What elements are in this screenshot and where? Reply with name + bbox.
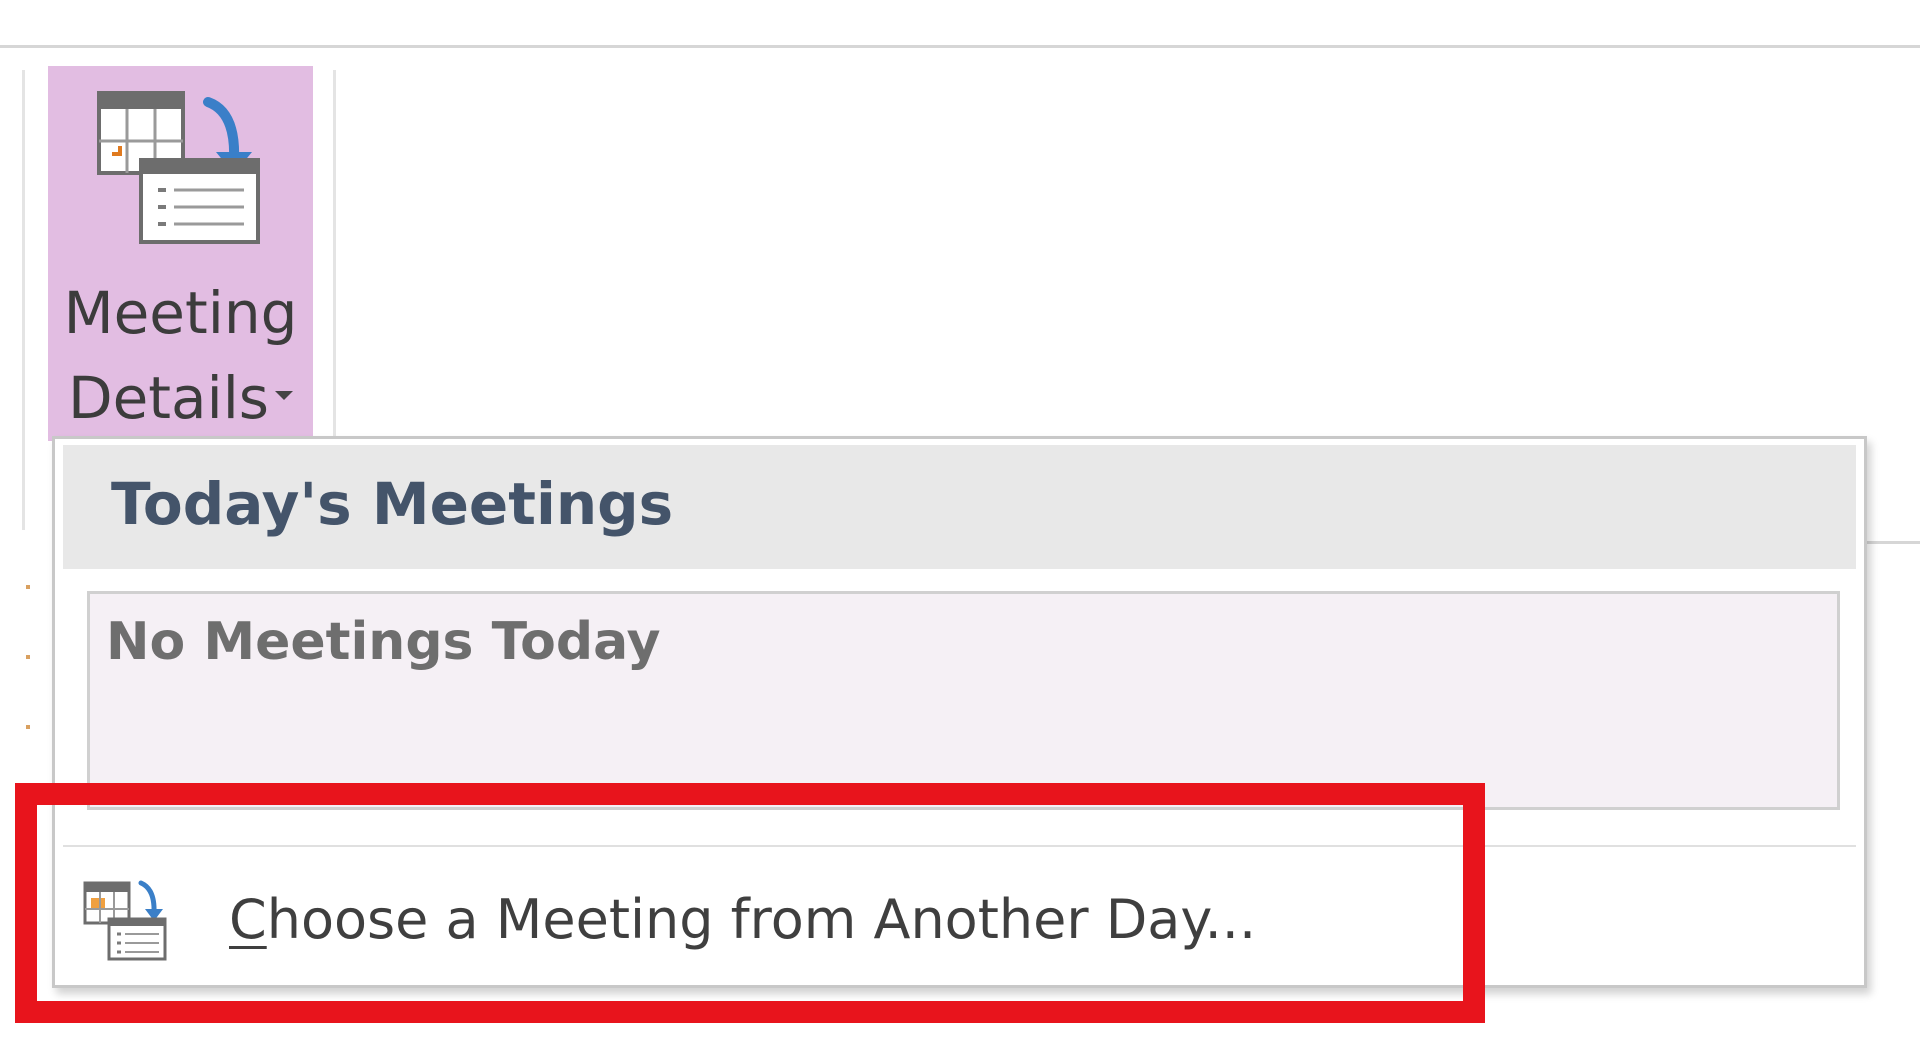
app-window: Meeting Details Today's Meetings No Meet… [0, 0, 1920, 1053]
page-margin-dots [26, 545, 34, 765]
access-key-char: C [229, 888, 267, 951]
meeting-details-icon [97, 91, 260, 244]
ribbon-group-separator [22, 70, 25, 530]
menu-separator [63, 845, 1856, 847]
meeting-details-dropdown: Today's Meetings No Meetings Today Choos… [52, 436, 1867, 988]
meeting-details-label-text: Details [67, 364, 270, 432]
dropdown-header: Today's Meetings [63, 445, 1856, 569]
choose-meeting-label-rest: hoose a Meeting from Another Day... [266, 888, 1257, 951]
meeting-details-button[interactable]: Meeting Details [48, 66, 313, 441]
ribbon-group-separator [333, 70, 336, 440]
ribbon-top-divider [0, 45, 1920, 48]
no-meetings-message: No Meetings Today [106, 612, 661, 672]
ribbon-bottom-divider [1860, 541, 1920, 544]
choose-meeting-from-another-day-item[interactable]: Choose a Meeting from Another Day... [63, 851, 1856, 976]
meetings-gallery: No Meetings Today [87, 591, 1840, 810]
choose-meeting-label: Choose a Meeting from Another Day... [229, 893, 1256, 947]
chevron-down-icon [275, 391, 294, 401]
calendar-arrow-icon [83, 880, 167, 961]
meeting-details-label-line2: Details [48, 369, 313, 427]
dropdown-header-title: Today's Meetings [111, 470, 674, 538]
meeting-details-label-line1: Meeting [63, 279, 298, 347]
